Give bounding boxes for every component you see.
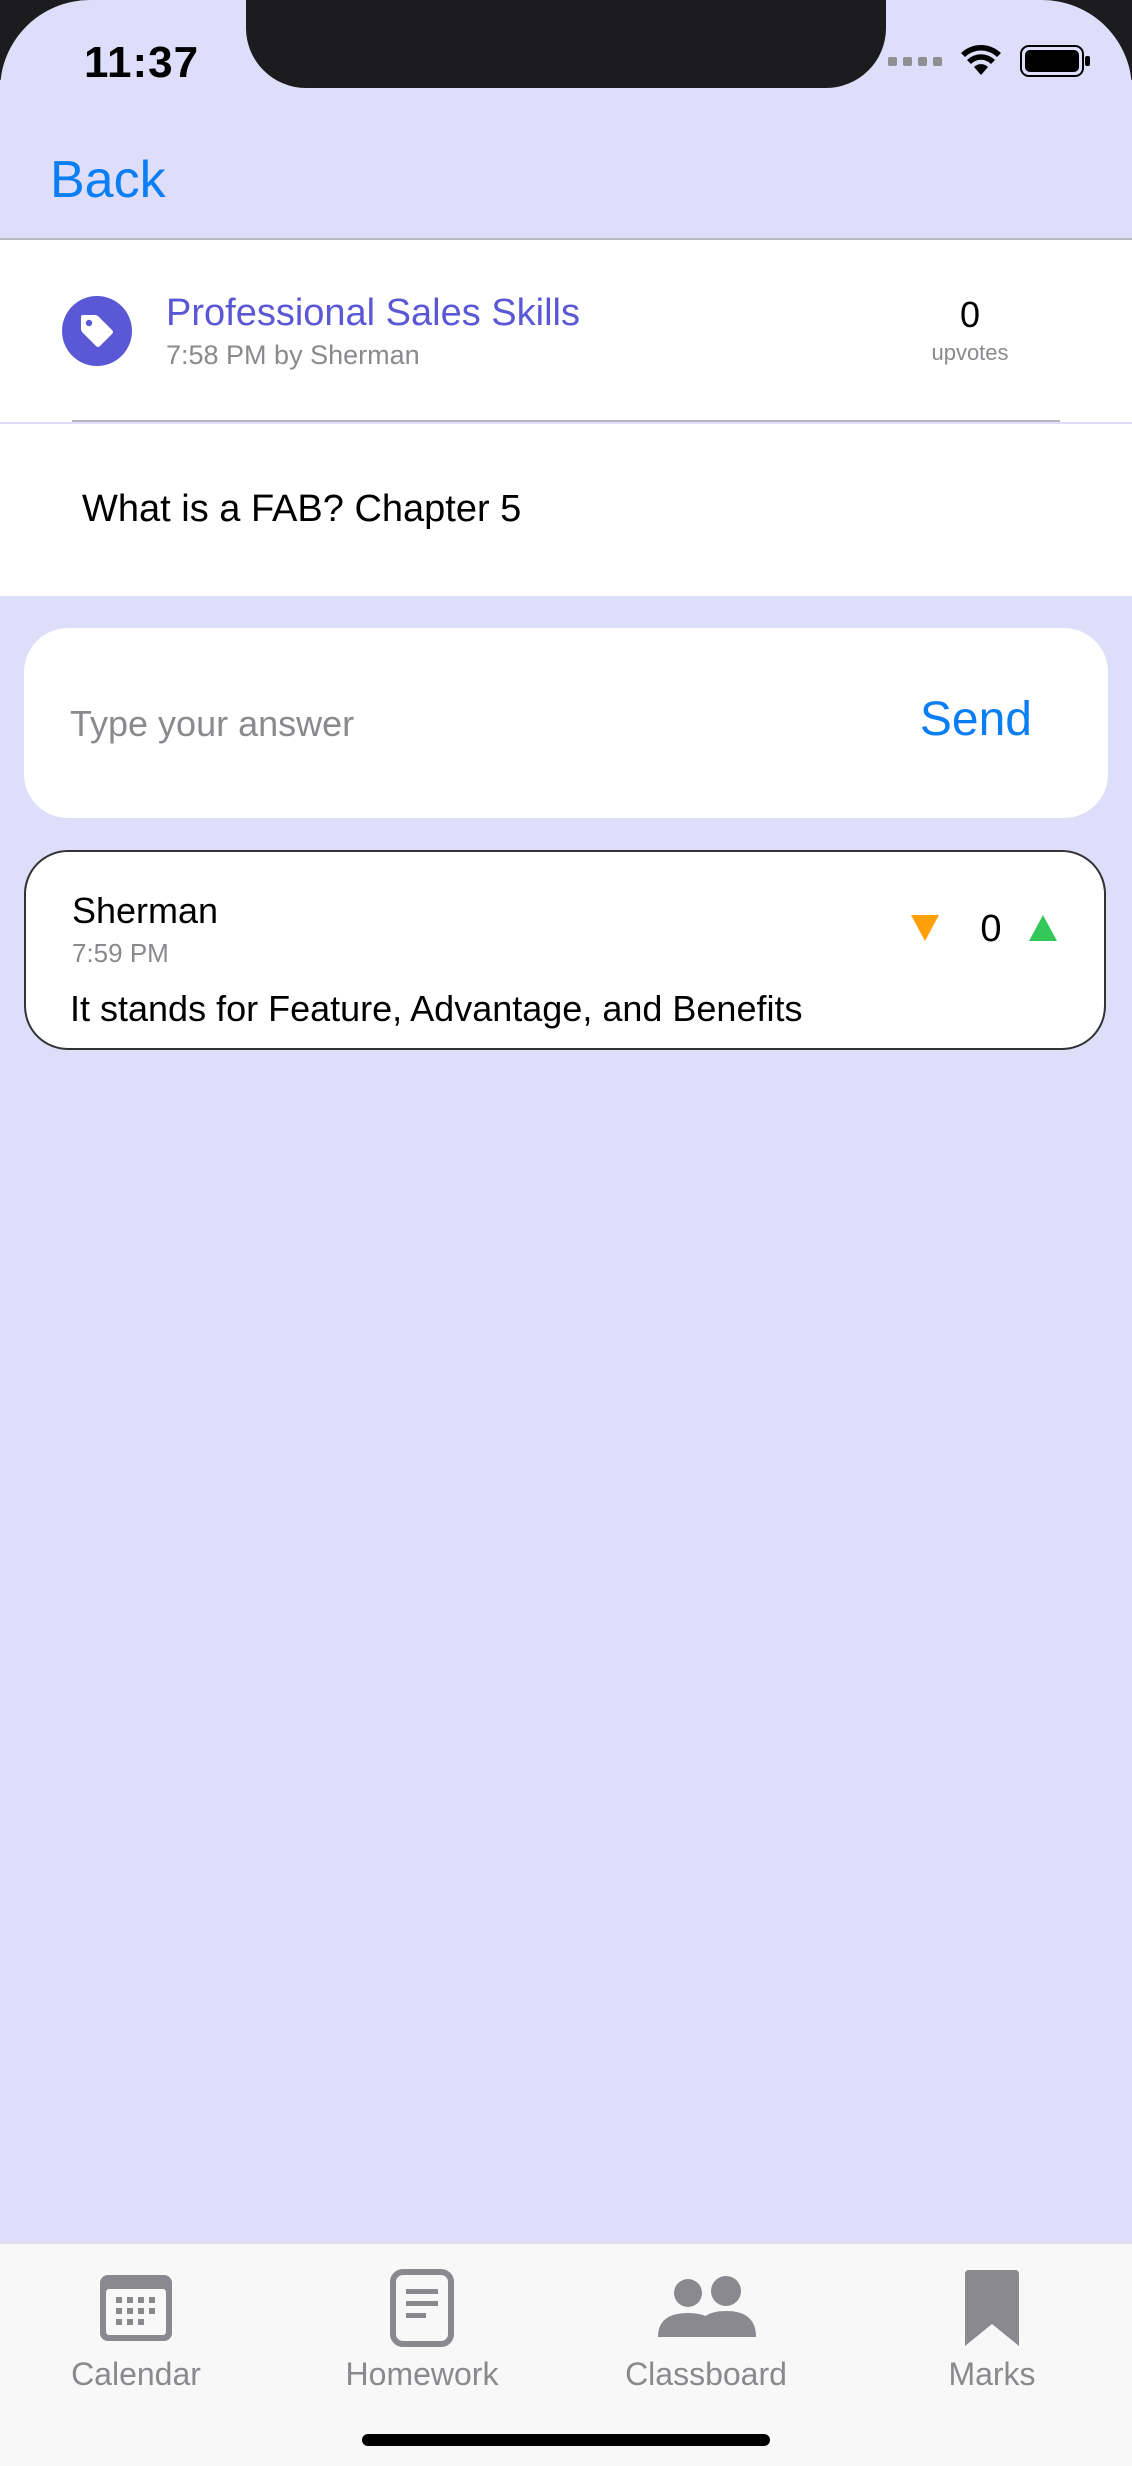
tab-label: Marks [948, 2356, 1036, 2392]
people-icon [658, 2276, 756, 2337]
back-button[interactable]: Back [50, 150, 166, 210]
divider [72, 420, 1060, 422]
answer-body: It stands for Feature, Advantage, and Be… [70, 988, 803, 1029]
answer-vote-count: 0 [980, 908, 1002, 950]
tag-icon [62, 296, 132, 366]
tab-marks[interactable]: Marks [892, 2268, 1092, 2393]
cellular-signal-icon [888, 56, 942, 66]
post-meta: 7:58 PM by Sherman [166, 340, 420, 370]
downvote-icon[interactable] [910, 914, 940, 942]
post-upvote-label: upvotes [931, 340, 1009, 365]
tab-bar: Calendar Homework Classboard Marks [0, 2242, 1132, 2466]
question-box: What is a FAB? Chapter 5 [0, 424, 1132, 596]
notch [246, 0, 886, 88]
tab-label: Homework [345, 2356, 499, 2392]
status-icons [888, 44, 1092, 78]
post-subject-title: Professional Sales Skills [166, 292, 580, 334]
tab-label: Calendar [71, 2356, 201, 2392]
home-indicator [362, 2434, 770, 2446]
upvote-icon[interactable] [1028, 914, 1058, 942]
answer-composer: Send [24, 628, 1108, 818]
navigation-bar: Back [0, 140, 1132, 240]
post-header: Professional Sales Skills 7:58 PM by She… [0, 240, 1132, 422]
tab-homework[interactable]: Homework [322, 2268, 522, 2393]
wifi-icon [961, 45, 1001, 75]
post-upvote-count: 0 [959, 294, 981, 335]
calendar-icon [100, 2275, 172, 2341]
tab-calendar[interactable]: Calendar [36, 2268, 236, 2393]
answer-input[interactable] [68, 688, 852, 760]
send-button[interactable]: Send [920, 692, 1032, 747]
answer-card: Sherman 7:59 PM 0 It stands for Feature,… [24, 850, 1106, 1050]
status-time: 11:37 [84, 38, 200, 87]
document-icon [390, 2269, 454, 2347]
tab-classboard[interactable]: Classboard [606, 2268, 806, 2393]
bookmark-icon [965, 2270, 1019, 2346]
answer-time: 7:59 PM [72, 938, 169, 968]
status-bar: 11:37 [0, 0, 1132, 200]
tab-label: Classboard [625, 2356, 787, 2392]
battery-icon [1020, 45, 1090, 77]
answer-author: Sherman [72, 890, 219, 931]
question-text: What is a FAB? Chapter 5 [82, 488, 522, 530]
